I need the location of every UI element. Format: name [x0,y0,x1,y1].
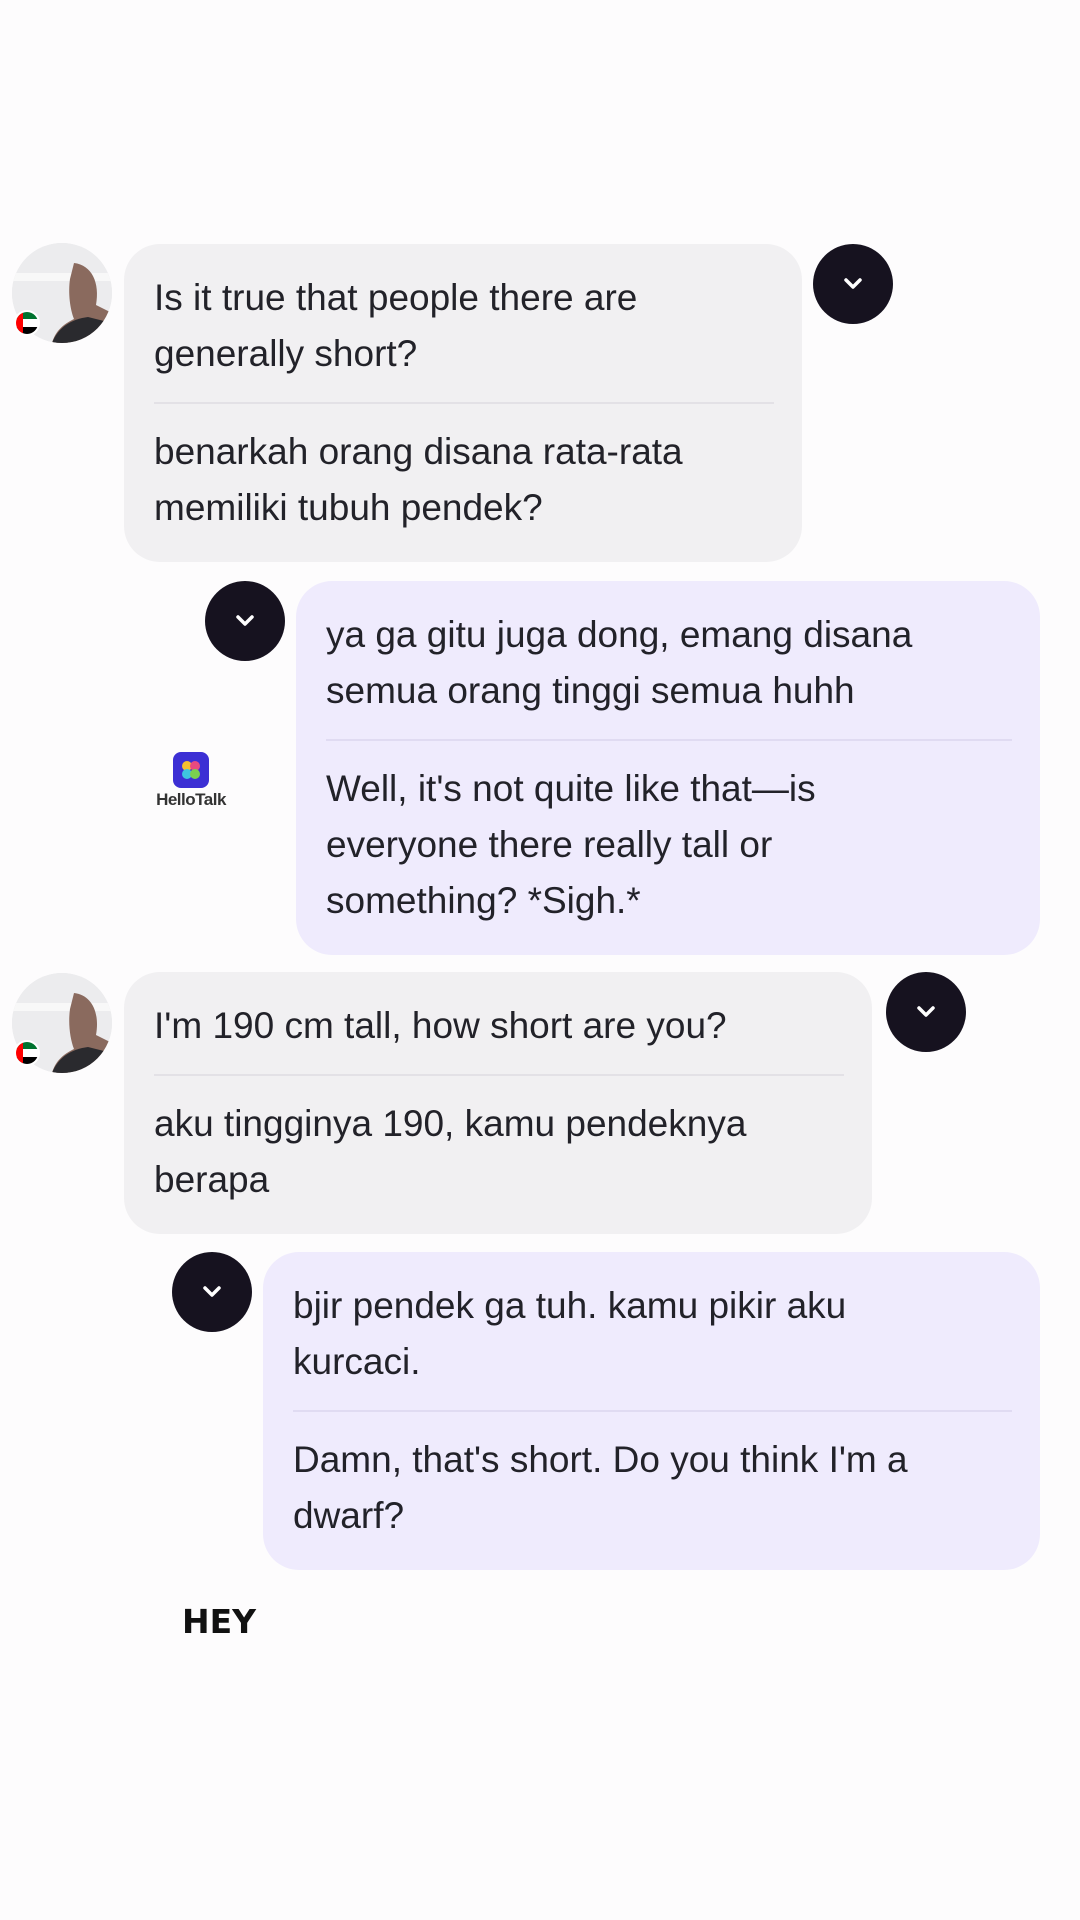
message-bubble-incoming[interactable]: Is it true that people there are general… [124,244,802,562]
message-original-text: ya ga gitu juga dong, emang disana semua… [326,614,913,711]
message-bubble-outgoing[interactable]: ya ga gitu juga dong, emang disana semua… [296,581,1040,955]
translation-divider [154,1074,844,1076]
uae-flag-icon [14,310,40,336]
message-options-button[interactable] [205,581,285,661]
message-bubble-outgoing[interactable]: bjir pendek ga tuh. kamu pikir aku kurca… [263,1252,1040,1570]
chevron-down-icon [844,278,862,289]
message-original-text: I'm 190 cm tall, how short are you? [154,1005,727,1046]
message-translation-text: benarkah orang disana rata-rata memiliki… [154,431,683,528]
hellotalk-watermark: HelloTalk [154,752,228,810]
message-bubble-incoming[interactable]: I'm 190 cm tall, how short are you? aku … [124,972,872,1234]
message-options-button[interactable] [886,972,966,1052]
uae-flag-icon [14,1040,40,1066]
translation-divider [326,739,1012,741]
message-translation-text: Damn, that's short. Do you think I'm a d… [293,1439,908,1536]
caption-text: HEY [182,1602,257,1641]
message-options-button[interactable] [172,1252,252,1332]
message-original-text: bjir pendek ga tuh. kamu pikir aku kurca… [293,1285,847,1382]
chevron-down-icon [203,1286,221,1297]
hellotalk-wordmark: HelloTalk [156,790,226,809]
chevron-down-icon [236,615,254,626]
message-original-text: Is it true that people there are general… [154,277,638,374]
message-options-button[interactable] [813,244,893,324]
message-translation-text: aku tingginya 190, kamu pendeknya berapa [154,1103,747,1200]
message-translation-text: Well, it's not quite like that—is everyo… [326,768,816,921]
translation-divider [293,1410,1012,1412]
chevron-down-icon [917,1006,935,1017]
hellotalk-logo-icon [173,752,209,788]
translation-divider [154,402,774,404]
